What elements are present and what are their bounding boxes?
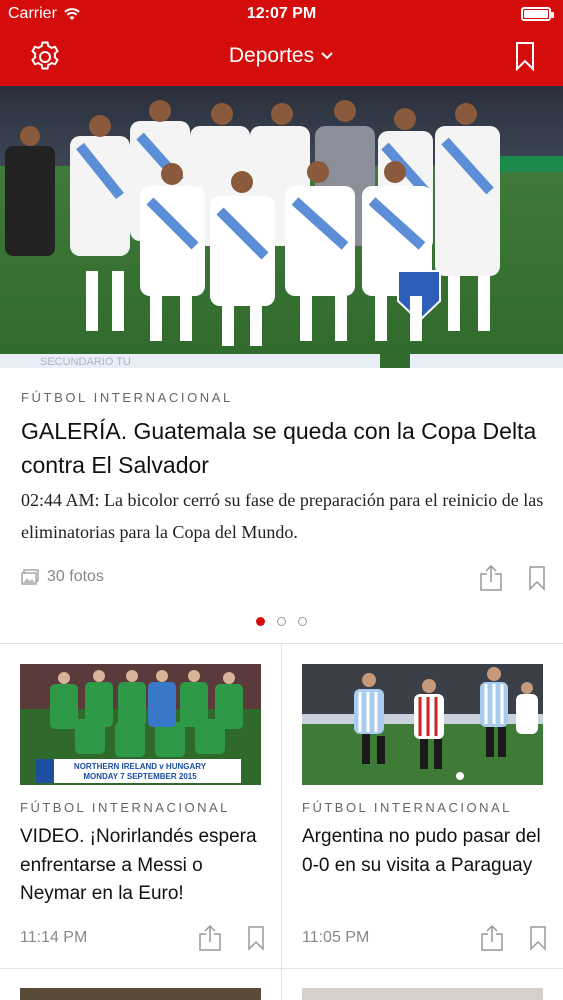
article-title[interactable]: Argentina no pudo pasar del 0-0 en su vi… xyxy=(302,823,552,880)
divider xyxy=(0,968,563,969)
team-photo: SECUNDARIO TU xyxy=(0,86,563,368)
banner-line-1: NORTHERN IRELAND v HUNGARY xyxy=(74,762,207,771)
bookmark-button[interactable] xyxy=(247,924,265,957)
bookmark-icon xyxy=(530,926,546,951)
photos-label: 30 fotos xyxy=(47,568,104,585)
app-header: Carrier 12:07 PM Deportes xyxy=(0,0,563,86)
pager-dot[interactable] xyxy=(298,617,307,626)
bookmark-icon xyxy=(248,926,264,951)
carousel-pager[interactable] xyxy=(0,617,563,626)
article-card[interactable]: FÚTBOL INTERNACIONAL Argentina no pudo p… xyxy=(282,643,563,968)
section-title: Deportes xyxy=(228,44,315,67)
share-icon xyxy=(199,924,221,951)
team-photo: NORTHERN IRELAND v HUNGARY MONDAY 7 SEPT… xyxy=(20,664,261,785)
share-icon xyxy=(480,564,502,591)
photos-icon xyxy=(21,569,39,585)
article-card[interactable]: NORTHERN IRELAND v HUNGARY MONDAY 7 SEPT… xyxy=(0,643,281,968)
article-time: 11:14 PM xyxy=(20,929,88,946)
pager-dot-active[interactable] xyxy=(256,617,265,626)
battery-icon xyxy=(521,7,554,21)
featured-hero-image[interactable]: SECUNDARIO TU xyxy=(0,86,563,368)
bookmark-button[interactable] xyxy=(529,924,547,957)
section-selector[interactable]: Deportes xyxy=(0,44,563,68)
featured-summary[interactable]: 02:44 AM: La bicolor cerró su fase de pr… xyxy=(21,484,549,548)
banner-line-2: MONDAY 7 SEPTEMBER 2015 xyxy=(83,772,197,781)
article-category: FÚTBOL INTERNACIONAL xyxy=(20,800,230,815)
article-title[interactable]: VIDEO. ¡Norirlandés espera enfrentarse a… xyxy=(20,823,270,909)
bookmark-icon xyxy=(529,566,545,591)
share-button[interactable] xyxy=(197,924,223,957)
hero-banner-text: SECUNDARIO TU xyxy=(40,356,131,368)
match-photo xyxy=(302,664,543,785)
share-button[interactable] xyxy=(479,924,505,957)
saved-articles-button[interactable] xyxy=(513,40,537,72)
article-thumbnail[interactable]: NORTHERN IRELAND v HUNGARY MONDAY 7 SEPT… xyxy=(20,664,261,785)
nav-bar: Deportes xyxy=(0,30,563,86)
article-category: FÚTBOL INTERNACIONAL xyxy=(302,800,512,815)
bookmark-icon xyxy=(516,42,534,71)
gallery-count: 30 fotos xyxy=(21,568,104,586)
article-thumbnail[interactable] xyxy=(20,988,261,1000)
article-thumbnail[interactable] xyxy=(302,664,543,785)
featured-category: FÚTBOL INTERNACIONAL xyxy=(21,390,233,405)
share-icon xyxy=(481,924,503,951)
chevron-down-icon xyxy=(321,52,333,60)
status-time: 12:07 PM xyxy=(246,5,317,22)
featured-title[interactable]: GALERÍA. Guatemala se queda con la Copa … xyxy=(21,414,541,482)
featured-share-button[interactable] xyxy=(478,564,504,597)
pager-dot[interactable] xyxy=(277,617,286,626)
article-thumbnail[interactable] xyxy=(302,988,543,1000)
article-time: 11:05 PM xyxy=(302,929,370,946)
featured-bookmark-button[interactable] xyxy=(528,564,546,597)
status-bar: Carrier 12:07 PM xyxy=(0,0,563,30)
